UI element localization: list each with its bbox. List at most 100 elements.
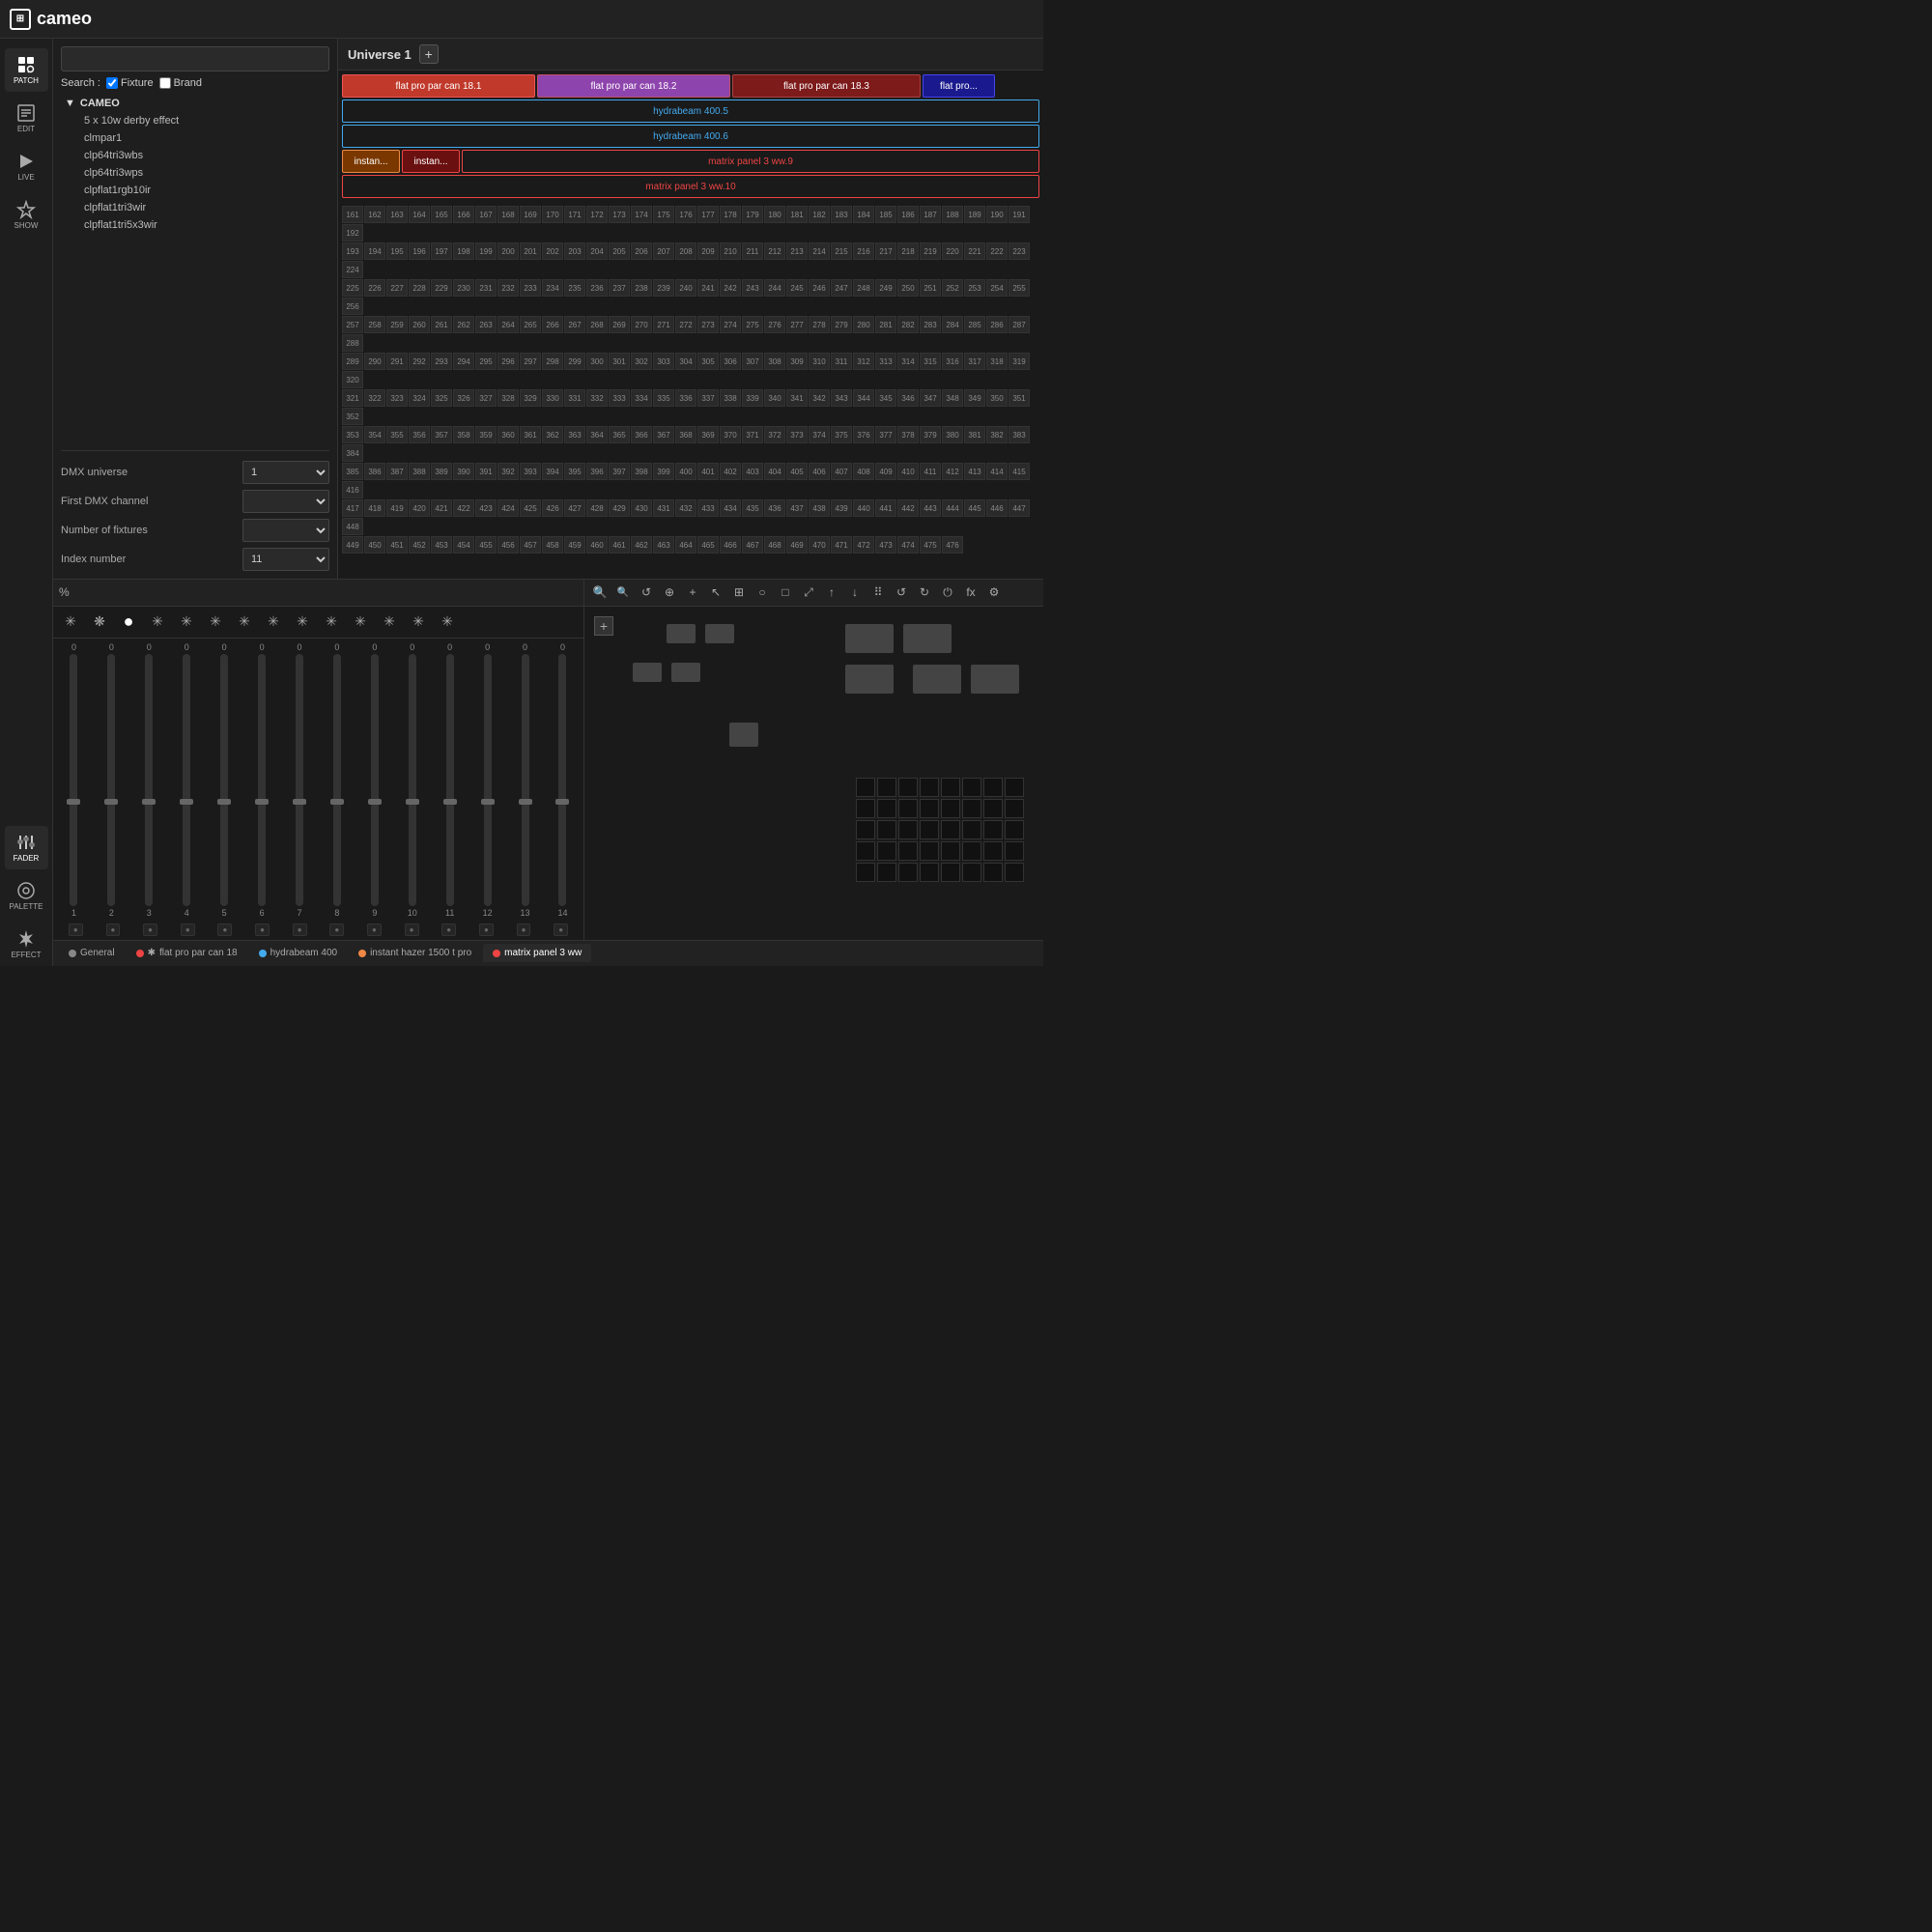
channel-cell[interactable]: 161 (342, 206, 363, 223)
fixture-checkbox-label[interactable]: Fixture (106, 77, 154, 89)
channel-cell[interactable]: 264 (497, 316, 519, 333)
channel-cell[interactable]: 359 (475, 426, 497, 443)
channel-cell[interactable]: 346 (897, 389, 919, 407)
channel-cell[interactable]: 238 (631, 279, 652, 297)
channel-cell[interactable]: 336 (675, 389, 696, 407)
fader-track-13[interactable] (522, 654, 529, 906)
channel-cell[interactable]: 255 (1009, 279, 1030, 297)
matrix-cell-1-7[interactable] (1005, 799, 1024, 818)
channel-cell[interactable]: 381 (964, 426, 985, 443)
first-dmx-select[interactable] (242, 490, 329, 513)
fader-mini-btn-12[interactable]: ● (479, 923, 494, 936)
channel-cell[interactable]: 166 (453, 206, 474, 223)
channel-cell[interactable]: 181 (786, 206, 808, 223)
channel-cell[interactable]: 456 (497, 536, 519, 554)
channel-cell[interactable]: 318 (986, 353, 1008, 370)
fit-icon[interactable]: ⊕ (660, 582, 679, 602)
channel-cell[interactable]: 435 (742, 499, 763, 517)
channel-cell[interactable]: 365 (609, 426, 630, 443)
channel-cell[interactable]: 268 (586, 316, 608, 333)
channel-cell[interactable]: 403 (742, 463, 763, 480)
channel-cell[interactable]: 418 (364, 499, 385, 517)
channel-cell[interactable]: 189 (964, 206, 985, 223)
tab-matrix[interactable]: matrix panel 3 ww (483, 944, 591, 962)
channel-cell[interactable]: 291 (386, 353, 408, 370)
channel-cell[interactable]: 474 (897, 536, 919, 554)
channel-cell[interactable]: 414 (986, 463, 1008, 480)
channel-cell[interactable]: 412 (942, 463, 963, 480)
channel-cell[interactable]: 389 (431, 463, 452, 480)
channel-cell[interactable]: 257 (342, 316, 363, 333)
rect-icon[interactable]: □ (776, 582, 795, 602)
channel-cell[interactable]: 354 (364, 426, 385, 443)
channel-cell[interactable]: 449 (342, 536, 363, 554)
matrix-cell-3-6[interactable] (983, 841, 1003, 861)
channel-cell[interactable]: 279 (831, 316, 852, 333)
channel-cell[interactable]: 445 (964, 499, 985, 517)
channel-cell[interactable]: 431 (653, 499, 674, 517)
channel-cell[interactable]: 409 (875, 463, 896, 480)
channel-cell[interactable]: 281 (875, 316, 896, 333)
matrix-cell-4-7[interactable] (1005, 863, 1024, 882)
channel-cell[interactable]: 261 (431, 316, 452, 333)
up-icon[interactable]: ↑ (822, 582, 841, 602)
channel-cell[interactable]: 383 (1009, 426, 1030, 443)
channel-cell[interactable]: 461 (609, 536, 630, 554)
channel-cell[interactable]: 404 (764, 463, 785, 480)
channel-cell[interactable]: 367 (653, 426, 674, 443)
channel-cell[interactable]: 448 (342, 518, 363, 535)
channel-cell[interactable]: 200 (497, 242, 519, 260)
channel-cell[interactable]: 441 (875, 499, 896, 517)
channel-cell[interactable]: 413 (964, 463, 985, 480)
channel-cell[interactable]: 246 (809, 279, 830, 297)
channel-cell[interactable]: 289 (342, 353, 363, 370)
matrix-cell-3-7[interactable] (1005, 841, 1024, 861)
channel-cell[interactable]: 202 (542, 242, 563, 260)
channel-cell[interactable]: 313 (875, 353, 896, 370)
channel-cell[interactable]: 165 (431, 206, 452, 223)
channel-cell[interactable]: 392 (497, 463, 519, 480)
channel-cell[interactable]: 442 (897, 499, 919, 517)
channel-cell[interactable]: 215 (831, 242, 852, 260)
undo-icon[interactable]: ↺ (892, 582, 911, 602)
channel-cell[interactable]: 390 (453, 463, 474, 480)
channel-cell[interactable]: 248 (853, 279, 874, 297)
channel-cell[interactable]: 399 (653, 463, 674, 480)
channel-cell[interactable]: 205 (609, 242, 630, 260)
channel-cell[interactable]: 368 (675, 426, 696, 443)
channel-cell[interactable]: 410 (897, 463, 919, 480)
channel-cell[interactable]: 423 (475, 499, 497, 517)
channel-cell[interactable]: 397 (609, 463, 630, 480)
fader-track-6[interactable] (258, 654, 266, 906)
channel-cell[interactable]: 235 (564, 279, 585, 297)
channel-cell[interactable]: 332 (586, 389, 608, 407)
channel-cell[interactable]: 290 (364, 353, 385, 370)
strip-matrix-9[interactable]: matrix panel 3 ww.9 (462, 150, 1039, 173)
channel-cell[interactable]: 306 (720, 353, 741, 370)
matrix-cell-2-3[interactable] (920, 820, 939, 839)
channel-cell[interactable]: 432 (675, 499, 696, 517)
tab-flatpro[interactable]: ✱ flat pro par can 18 (127, 944, 247, 962)
channel-cell[interactable]: 170 (542, 206, 563, 223)
fader-icon-7[interactable]: ✳ (233, 611, 256, 634)
channel-cell[interactable]: 209 (697, 242, 719, 260)
channel-cell[interactable]: 178 (720, 206, 741, 223)
matrix-cell-3-1[interactable] (877, 841, 896, 861)
matrix-cell-4-3[interactable] (920, 863, 939, 882)
channel-cell[interactable]: 182 (809, 206, 830, 223)
channel-cell[interactable]: 439 (831, 499, 852, 517)
channel-cell[interactable]: 217 (875, 242, 896, 260)
matrix-cell-1-3[interactable] (920, 799, 939, 818)
fader-icon-12[interactable]: ✳ (378, 611, 401, 634)
dmx-universe-select[interactable]: 1 (242, 461, 329, 484)
tree-item-3[interactable]: clp64tri3wps (61, 164, 329, 182)
channel-cell[interactable]: 304 (675, 353, 696, 370)
channel-cell[interactable]: 186 (897, 206, 919, 223)
channel-cell[interactable]: 188 (942, 206, 963, 223)
channel-cell[interactable]: 315 (920, 353, 941, 370)
channel-cell[interactable]: 420 (409, 499, 430, 517)
matrix-cell-0-0[interactable] (856, 778, 875, 797)
channel-cell[interactable]: 219 (920, 242, 941, 260)
channel-cell[interactable]: 434 (720, 499, 741, 517)
channel-cell[interactable]: 196 (409, 242, 430, 260)
